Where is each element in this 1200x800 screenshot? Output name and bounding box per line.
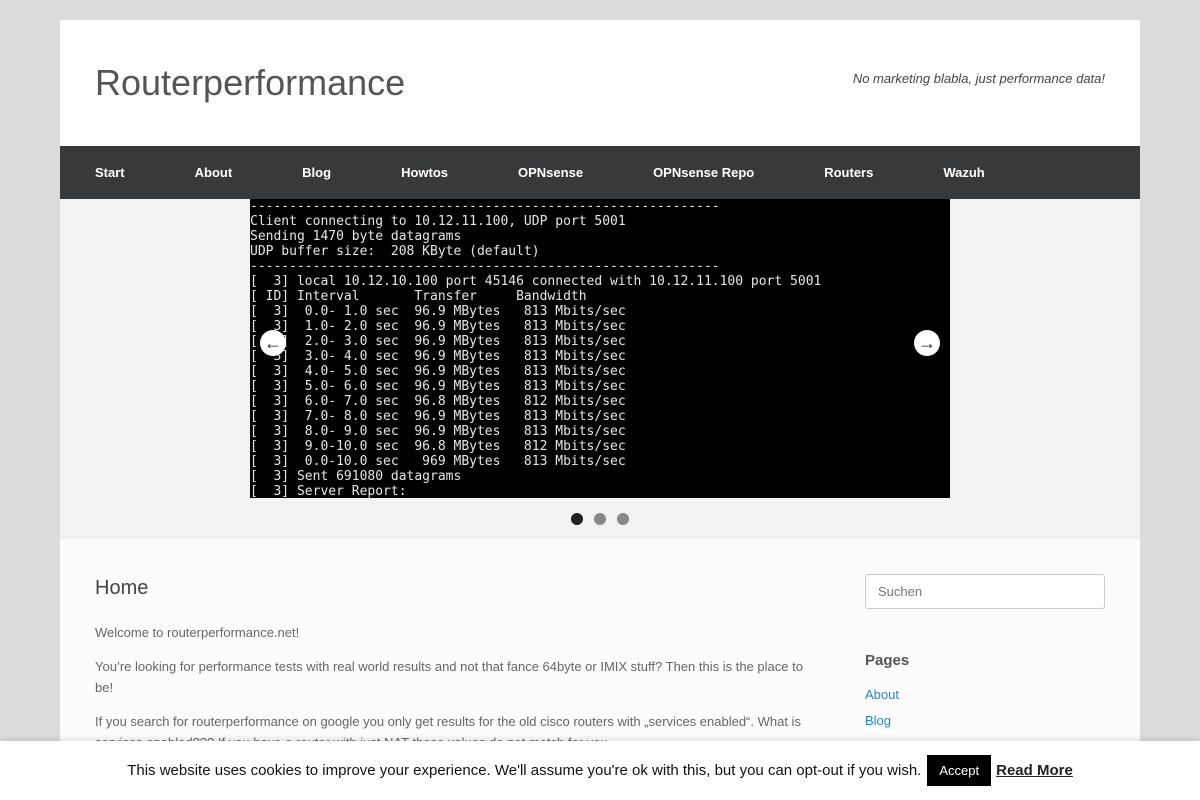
terminal-line: [ ID] Interval Transfer Bandwidth (250, 289, 587, 304)
slider-dots (60, 513, 1140, 525)
page-title: Home (95, 577, 149, 599)
nav-item-opnsense[interactable]: OPNsense (518, 165, 583, 180)
site-header: Routerperformance No marketing blabla, j… (60, 20, 1140, 146)
slider-prev-icon[interactable]: ← (260, 330, 286, 356)
nav-item-blog[interactable]: Blog (302, 165, 331, 180)
nav-item-start[interactable]: Start (95, 165, 125, 180)
intro-paragraph: You’re looking for performance tests wit… (95, 659, 803, 695)
terminal-output: ----------------------------------------… (250, 199, 950, 498)
terminal-line: [ 3] 5.0- 6.0 sec 96.9 MBytes 813 Mbits/… (250, 379, 626, 394)
search-input[interactable] (865, 574, 1105, 609)
site-title[interactable]: Routerperformance (95, 62, 405, 104)
nav-item-wazuh[interactable]: Wazuh (943, 165, 984, 180)
slider-next-icon[interactable]: → (914, 330, 940, 356)
cookie-consent-bar: This website uses cookies to improve you… (0, 741, 1200, 800)
terminal-line: [ 3] Sent 691080 datagrams (250, 469, 462, 484)
terminal-line: [ 3] 9.0-10.0 sec 96.8 MBytes 812 Mbits/… (250, 439, 626, 454)
cookie-message: This website uses cookies to improve you… (127, 762, 922, 779)
nav-item-howtos[interactable]: Howtos (401, 165, 448, 180)
slide-terminal-screenshot[interactable]: ----------------------------------------… (250, 199, 950, 498)
terminal-line: [ 3] 6.0- 7.0 sec 96.8 MBytes 812 Mbits/… (250, 394, 626, 409)
site-tagline: No marketing blabla, just performance da… (852, 71, 1105, 86)
nav-item-opnsense-repo[interactable]: OPNsense Repo (653, 165, 754, 180)
nav-item-routers[interactable]: Routers (824, 165, 873, 180)
sidebar-link-blog[interactable]: Blog (865, 713, 1105, 728)
slider-dot[interactable] (571, 513, 583, 525)
image-slider: ----------------------------------------… (60, 199, 1140, 539)
terminal-line: [ 3] 7.0- 8.0 sec 96.9 MBytes 813 Mbits/… (250, 409, 626, 424)
terminal-line: UDP buffer size: 208 KByte (default) (250, 244, 540, 259)
terminal-line: [ 3] 0.0- 1.0 sec 96.9 MBytes 813 Mbits/… (250, 304, 626, 319)
main-nav: Start About Blog Howtos OPNsense OPNsens… (60, 146, 1140, 199)
terminal-line: [ 3] 4.0- 5.0 sec 96.9 MBytes 813 Mbits/… (250, 364, 626, 379)
cookie-read-more-link[interactable]: Read More (996, 762, 1073, 779)
nav-item-about[interactable]: About (195, 165, 233, 180)
terminal-line: [ 3] Server Report: (250, 484, 407, 498)
terminal-line: [ 3] 8.0- 9.0 sec 96.9 MBytes 813 Mbits/… (250, 424, 626, 439)
sidebar-link-about[interactable]: About (865, 687, 1105, 702)
slider-dot[interactable] (594, 513, 606, 525)
terminal-line: ----------------------------------------… (250, 259, 720, 274)
terminal-line: Client connecting to 10.12.11.100, UDP p… (250, 214, 626, 229)
intro-paragraph: Welcome to routerperformance.net! (95, 625, 300, 640)
slider-dot[interactable] (617, 513, 629, 525)
pages-widget-title: Pages (865, 652, 910, 669)
cookie-accept-button[interactable]: Accept (927, 755, 992, 786)
terminal-line: Sending 1470 byte datagrams (250, 229, 462, 244)
terminal-line: ----------------------------------------… (250, 199, 720, 214)
terminal-line: [ 3] local 10.12.10.100 port 45146 conne… (250, 274, 822, 289)
terminal-line: [ 3] 0.0-10.0 sec 969 MBytes 813 Mbits/s… (250, 454, 626, 469)
terminal-line: [ 3] 2.0- 3.0 sec 96.9 MBytes 813 Mbits/… (250, 334, 626, 349)
terminal-line: [ 3] 3.0- 4.0 sec 96.9 MBytes 813 Mbits/… (250, 349, 626, 364)
page: Routerperformance No marketing blabla, j… (60, 20, 1140, 800)
terminal-line: [ 3] 1.0- 2.0 sec 96.9 MBytes 813 Mbits/… (250, 319, 626, 334)
